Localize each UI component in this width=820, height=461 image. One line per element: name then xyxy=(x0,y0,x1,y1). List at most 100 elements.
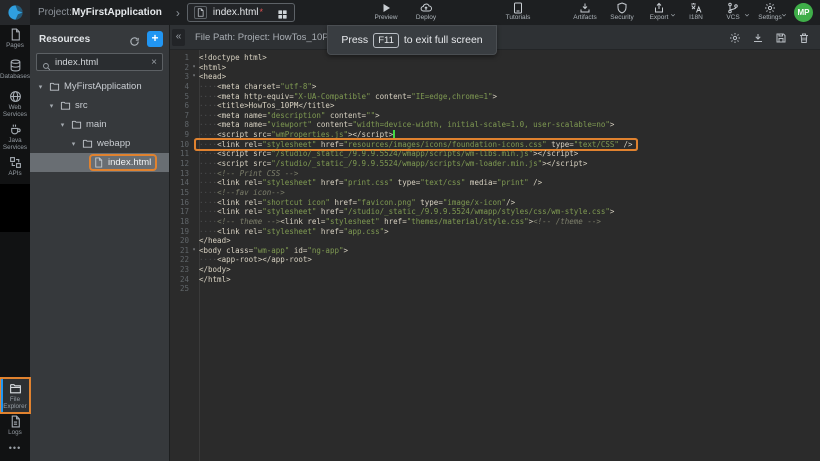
wavemaker-logo[interactable] xyxy=(0,0,30,25)
resource-search-box[interactable]: × xyxy=(36,53,163,71)
delete-button[interactable] xyxy=(798,31,810,43)
tree-item-myfirstapplication[interactable]: ▾MyFirstApplication xyxy=(30,77,169,96)
line-number: 25 xyxy=(170,284,189,294)
sidebar-item-databases[interactable]: Databases xyxy=(0,56,30,87)
expand-arrow-icon[interactable]: ▾ xyxy=(36,83,45,91)
code-line-25[interactable]: 25 xyxy=(170,284,820,294)
preview-button[interactable]: Preview xyxy=(372,1,400,21)
export-button[interactable]: Export xyxy=(645,1,673,21)
tutorials-button[interactable]: Tutorials xyxy=(504,1,532,21)
deploy-button[interactable]: Deploy xyxy=(412,1,440,21)
settings-button[interactable]: Settings xyxy=(756,1,784,21)
code-lines: 1<!doctype html>2▾<html>3▾<head>4····<me… xyxy=(170,53,820,294)
add-resource-button[interactable]: + xyxy=(147,31,163,47)
sidebar-item-web-services[interactable]: Web Services xyxy=(0,87,30,120)
code-line-2[interactable]: 2▾<html> xyxy=(170,63,820,73)
download-button[interactable] xyxy=(752,31,764,43)
save-button[interactable] xyxy=(775,31,787,43)
settings-gear-button[interactable] xyxy=(729,31,741,43)
code-line-6[interactable]: 6····<title>HowTos_10PM</title> xyxy=(170,101,820,111)
code-text: ····<meta name="viewport" content="width… xyxy=(199,120,614,130)
code-text: ····<title>HowTos_10PM</title> xyxy=(199,101,334,111)
apis-label: APIs xyxy=(8,170,21,177)
tree-item-webapp[interactable]: ▾webapp xyxy=(30,134,169,153)
code-line-12[interactable]: 12····<script src="/studio/_static_/9.9.… xyxy=(170,159,820,169)
vcs-button[interactable]: VCS xyxy=(719,1,747,21)
f11-key-badge: F11 xyxy=(373,33,399,48)
user-avatar[interactable]: MP xyxy=(794,3,813,22)
tree-item-label: src xyxy=(75,100,88,111)
tree-item-index-html[interactable]: index.html xyxy=(30,153,169,172)
code-line-17[interactable]: 17····<link rel="stylesheet" href="/stud… xyxy=(170,207,820,217)
expand-arrow-icon[interactable]: ▾ xyxy=(69,140,78,148)
code-line-14[interactable]: 14····<link rel="stylesheet" href="print… xyxy=(170,178,820,188)
sidebar-item-logs[interactable]: Logs xyxy=(0,412,30,443)
clear-search-icon[interactable]: × xyxy=(151,57,157,68)
code-line-15[interactable]: 15····<!--fav icon--> xyxy=(170,188,820,198)
code-line-8[interactable]: 8 ····<meta name="viewport" content="widt… xyxy=(170,120,820,130)
expand-arrow-icon[interactable]: ▾ xyxy=(58,121,67,129)
tree-item-src[interactable]: ▾ src xyxy=(30,96,169,115)
sidebar-item-apis[interactable]: APIs xyxy=(0,153,30,184)
logs-label: Logs xyxy=(8,429,22,436)
tab-index-html[interactable]: index.html* xyxy=(187,3,295,22)
security-icon xyxy=(616,1,628,13)
artifacts-button[interactable]: Artifacts xyxy=(571,1,599,21)
sidebar-item-pages[interactable]: Pages xyxy=(0,25,30,56)
grid-icon[interactable] xyxy=(277,7,288,18)
fold-marker-icon[interactable]: ▾ xyxy=(189,63,199,73)
folder-icon xyxy=(82,138,93,149)
line-number: 8 xyxy=(170,120,189,130)
line-number: 1 xyxy=(170,53,189,63)
collapse-panel-button[interactable]: « xyxy=(172,29,185,46)
refresh-icon[interactable] xyxy=(129,34,140,45)
code-text: <body class="wm-app" id="ng-app"> xyxy=(199,246,348,256)
sidebar-item-file-explorer[interactable]: File Explorer xyxy=(1,379,29,412)
code-line-23[interactable]: 23</body> xyxy=(170,265,820,275)
file-explorer-label: File Explorer xyxy=(1,396,29,410)
code-line-11[interactable]: 11····<script src="/studio/_static_/9.9.… xyxy=(170,149,820,159)
code-text: ····<script src="wmProperties.js"></scri… xyxy=(199,130,395,140)
code-editor[interactable]: 1<!doctype html>2▾<html>3▾<head>4····<me… xyxy=(170,50,820,461)
i18n-label: I18N xyxy=(689,14,703,21)
code-line-4[interactable]: 4····<meta charset="utf-8"> xyxy=(170,82,820,92)
code-line-21[interactable]: 21▾<body class="wm-app" id="ng-app"> xyxy=(170,246,820,256)
line-number: 10 xyxy=(170,140,189,150)
code-text: ····<link rel="stylesheet" href="app.css… xyxy=(199,227,389,237)
code-line-3[interactable]: 3▾<head> xyxy=(170,72,820,82)
code-line-7[interactable]: 7····<meta name="description" content=""… xyxy=(170,111,820,121)
code-line-22[interactable]: 22····<app-root></app-root> xyxy=(170,255,820,265)
code-line-13[interactable]: 13····<!-- Print CSS --> xyxy=(170,169,820,179)
code-text: ····<link rel="stylesheet" href="/studio… xyxy=(199,207,614,217)
tree-item-main[interactable]: ▾main xyxy=(30,115,169,134)
security-button[interactable]: Security xyxy=(608,1,636,21)
sidebar-more-button[interactable]: ••• xyxy=(0,443,30,461)
expand-arrow-icon[interactable]: ▾ xyxy=(47,102,56,110)
sidebar-item-java-services[interactable]: Java Services xyxy=(0,120,30,153)
code-text: </body> xyxy=(199,265,231,275)
unsaved-marker: * xyxy=(260,7,264,17)
file-tree: ▾MyFirstApplication▾src▾main▾webappindex… xyxy=(30,77,169,172)
deploy-icon xyxy=(420,1,432,13)
databases-icon xyxy=(9,59,22,72)
sidebar-top-group: PagesDatabasesWeb ServicesJava Services A… xyxy=(0,25,30,184)
code-line-20[interactable]: 20</head> xyxy=(170,236,820,246)
code-line-16[interactable]: 16····<link rel="shortcut icon" href="fa… xyxy=(170,198,820,208)
search-input[interactable] xyxy=(55,57,147,68)
code-line-10[interactable]: 10····<link rel="stylesheet" href="resou… xyxy=(170,140,820,150)
fold-marker-icon[interactable]: ▾ xyxy=(189,246,199,256)
code-line-9[interactable]: 9····<script src="wmProperties.js"></scr… xyxy=(170,130,820,140)
fold-marker-icon[interactable]: ▾ xyxy=(189,72,199,82)
code-text: ····<meta charset="utf-8"> xyxy=(199,82,316,92)
code-text: ····<!--fav icon--> xyxy=(199,188,285,198)
code-line-24[interactable]: 24</html> xyxy=(170,275,820,285)
artifacts-icon xyxy=(579,1,591,13)
code-line-19[interactable]: 19····<link rel="stylesheet" href="app.c… xyxy=(170,227,820,237)
code-text: ····<meta name="description" content=""> xyxy=(199,111,380,121)
code-line-18[interactable]: 18····<!-- theme --><link rel="styleshee… xyxy=(170,217,820,227)
line-number: 13 xyxy=(170,169,189,179)
preview-label: Preview xyxy=(374,14,397,21)
code-line-5[interactable]: 5····<meta http-equiv="X-UA-Compatible" … xyxy=(170,92,820,102)
line-number: 11 xyxy=(170,149,189,159)
i18n-button[interactable]: I18N xyxy=(682,1,710,21)
